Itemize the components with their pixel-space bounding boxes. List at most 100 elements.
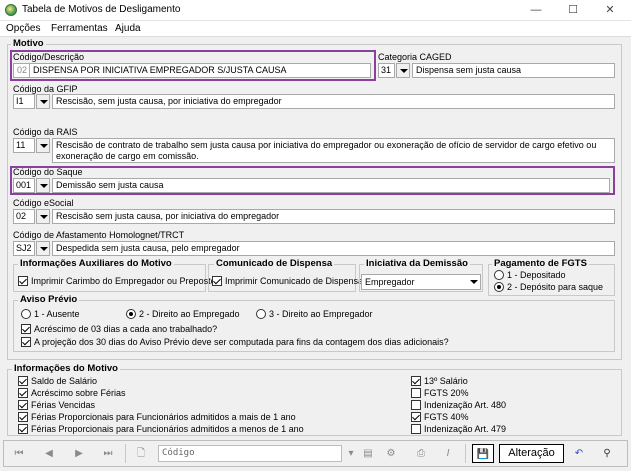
save-icon[interactable]: 💾 [472,444,494,463]
aviso-radio-3[interactable] [256,309,266,319]
aviso-option-3: 3 - Direito ao Empregador [269,309,373,319]
minimize-button[interactable]: — [520,2,552,18]
last-record-icon[interactable]: ⏭ [97,444,119,463]
afastamento-dropdown[interactable] [36,241,50,256]
info-left-checkbox-0[interactable] [18,376,28,386]
rais-code[interactable]: 11 [13,138,35,153]
comunicado-group-title: Comunicado de Dispensa [214,258,335,269]
search-input[interactable]: Código [158,445,342,462]
next-record-icon[interactable]: ▶ [68,444,90,463]
binoculars-icon[interactable]: ⚲ [596,444,618,463]
motivo-group-title: Motivo [11,38,46,49]
info-right-label-2: Indenização Art. 480 [424,400,507,410]
afastamento-text: Despedida sem justa causa, pelo empregad… [52,241,615,256]
fgts-group-title: Pagamento de FGTS [492,258,589,269]
rais-text: Rescisão de contrato de trabalho sem jus… [52,138,615,163]
iniciativa-value: Empregador [365,277,415,287]
iniciativa-select[interactable]: Empregador [361,274,481,290]
chevron-down-icon [468,275,480,289]
afastamento-label: Código de Afastamento Homolognet/TRCT [13,230,185,240]
info-right-label-1: FGTS 20% [424,388,469,398]
gfip-code[interactable]: I1 [13,94,35,109]
info-right-checkbox-3[interactable] [411,412,421,422]
saque-text: Demissão sem justa causa [52,178,610,193]
info-right-label-4: Indenização Art. 479 [424,424,507,434]
menu-ferramentas[interactable]: Ferramentas [51,23,108,34]
aviso-radio-1[interactable] [21,309,31,319]
acrescimo-label: Acréscimo de 03 dias a cada ano trabalha… [34,324,218,334]
previous-record-icon[interactable]: ◀ [38,444,60,463]
app-icon [5,4,17,16]
esocial-label: Código eSocial [13,198,74,208]
fgts-radio-2[interactable] [494,282,504,292]
comunicado-checkbox[interactable] [212,276,222,286]
rais-label: Código da RAIS [13,127,78,137]
print-icon[interactable]: ⎙ [410,444,432,463]
caged-code[interactable]: 31 [378,63,395,78]
info-right-label-0: 13º Salário [424,376,468,386]
caged-text: Dispensa sem justa causa [412,63,615,78]
aviso-option-2: 2 - Direito ao Empregado [139,309,240,319]
caged-dropdown[interactable] [396,63,410,78]
undo-icon[interactable]: ↶ [568,444,590,463]
descricao-field[interactable]: DISPENSA POR INICIATIVA EMPREGADOR S/JUS… [29,63,371,78]
info-left-label-1: Acréscimo sobre Férias [31,388,126,398]
rais-dropdown[interactable] [36,138,50,153]
esocial-dropdown[interactable] [36,209,50,224]
menu-opcoes[interactable]: Opções [6,23,40,34]
toolbar-separator [125,444,126,463]
info-left-label-4: Férias Proporcionais para Funcionários a… [31,424,304,434]
esocial-text: Rescisão sem justa causa, por iniciativa… [52,209,615,224]
italic-icon[interactable]: I [437,444,459,463]
info-left-label-3: Férias Proporcionais para Funcionários a… [31,412,296,422]
window-title: Tabela de Motivos de Desligamento [22,4,181,15]
info-left-checkbox-3[interactable] [18,412,28,422]
info-right-checkbox-4[interactable] [411,424,421,434]
gfip-dropdown[interactable] [36,94,50,109]
info-left-label-2: Férias Vencidas [31,400,96,410]
afastamento-code[interactable]: SJ2 [13,241,35,256]
saque-code[interactable]: 001 [13,178,35,193]
codigo-descricao-label: Código/Descrição [13,52,85,62]
carimbo-label: Imprimir Carimbo do Empregador ou Prepos… [31,276,216,286]
close-button[interactable]: ✕ [594,2,626,18]
codigo-value: 02 [17,65,28,75]
info-left-label-0: Saldo de Salário [31,376,98,386]
info-right-checkbox-0[interactable] [411,376,421,386]
menu-ajuda[interactable]: Ajuda [115,23,141,34]
aviso-group-title: Aviso Prévio [18,294,80,305]
info-left-checkbox-2[interactable] [18,400,28,410]
settings-icon[interactable]: ⚙ [380,444,402,463]
new-document-icon[interactable]: 🗋 [130,444,152,463]
filter-icon[interactable]: ▤ [357,444,379,463]
aux-group-title: Informações Auxiliares do Motivo [18,258,174,269]
maximize-button[interactable]: ☐ [557,2,589,18]
saque-label: Código do Saque [13,167,83,177]
first-record-icon[interactable]: ⏮ [8,444,30,463]
carimbo-checkbox[interactable] [18,276,28,286]
info-left-checkbox-4[interactable] [18,424,28,434]
projecao-label: A projeção dos 30 dias do Aviso Prévio d… [34,337,449,347]
toolbar-separator [465,444,466,463]
aviso-radio-2[interactable] [126,309,136,319]
caged-label: Categoria CAGED [378,52,452,62]
comunicado-label: Imprimir Comunicado de Dispensa [225,276,364,286]
esocial-code[interactable]: 02 [13,209,35,224]
iniciativa-group-title: Iniciativa da Demissão [364,258,470,269]
info-left-checkbox-1[interactable] [18,388,28,398]
status-indicator: Alteração [499,444,564,463]
fgts-radio-1[interactable] [494,270,504,280]
projecao-checkbox[interactable] [21,337,31,347]
saque-dropdown[interactable] [36,178,50,193]
gfip-label: Código da GFIP [13,84,78,94]
info-right-checkbox-2[interactable] [411,400,421,410]
fgts-option-2: 2 - Depósito para saque [507,282,604,292]
info-group-title: Informações do Motivo [12,363,120,374]
aviso-option-1: 1 - Ausente [34,309,80,319]
fgts-option-1: 1 - Depositado [507,270,566,280]
gfip-text: Rescisão, sem justa causa, por iniciativ… [52,94,615,109]
search-dropdown-icon[interactable]: ▾ [344,444,358,463]
acrescimo-checkbox[interactable] [21,324,31,334]
info-right-label-3: FGTS 40% [424,412,469,422]
info-right-checkbox-1[interactable] [411,388,421,398]
